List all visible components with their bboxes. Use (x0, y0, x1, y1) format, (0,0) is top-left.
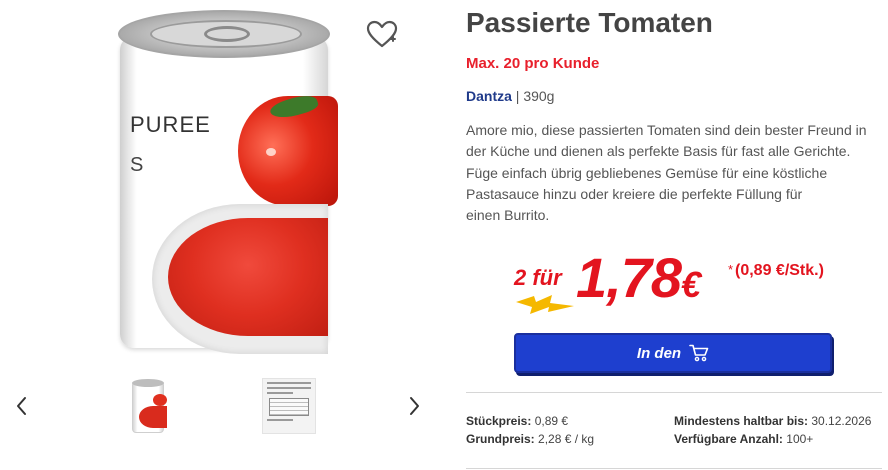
can-lid (118, 10, 330, 58)
product-description: Amore mio, diese passierten Tomaten sind… (466, 120, 882, 226)
base-price-label: Grundpreis: (466, 432, 535, 446)
thumbnail-label[interactable] (262, 378, 316, 434)
base-price-info: Grundpreis: 2,28 € / kg (466, 430, 594, 448)
nutrition-label-image (262, 378, 316, 434)
base-price-value: 2,28 € / kg (538, 432, 595, 446)
puree-illustration (168, 218, 328, 336)
can-body: PUREE S (120, 36, 338, 354)
price-per-unit: (0,89 €/Stk.) (735, 262, 824, 279)
description-line: der Küche und dienen als perfekte Basis … (466, 143, 851, 160)
best-before-label: Mindestens haltbar bis: (674, 414, 809, 428)
product-size: 390g (523, 88, 555, 104)
price-asterisk: * (728, 262, 734, 277)
stock-info: Verfügbare Anzahl: 100+ (674, 430, 813, 448)
description-line: Pastasauce hinzu oder kreiere die perfek… (466, 185, 803, 202)
price-amount: 1,78 (576, 246, 682, 309)
brand-line: Dantza | 390g (466, 88, 554, 104)
shopping-cart-icon (689, 344, 709, 362)
product-title: Passierte Tomaten (466, 7, 713, 38)
divider (466, 392, 882, 393)
multi-buy-label: 2 für (514, 265, 562, 290)
chevron-left-icon (17, 397, 26, 415)
can-pull-ring (204, 26, 250, 42)
stock-value: 100+ (786, 432, 814, 446)
wishlist-button[interactable] (365, 18, 399, 52)
heart-outline-icon (366, 20, 398, 48)
brand-link[interactable]: Dantza (466, 88, 512, 104)
brand-separator: | (515, 88, 520, 104)
chevron-right-icon (410, 397, 419, 415)
purchase-limit: Max. 20 pro Kunde (466, 55, 600, 72)
price-amount-wrapper: 1,78€ (576, 250, 701, 306)
mini-lid (132, 379, 164, 387)
gallery-next-button[interactable] (404, 392, 426, 420)
add-to-cart-label: In den (636, 344, 682, 362)
unit-price-value: 0,89 € (534, 414, 569, 428)
stock-label: Verfügbare Anzahl: (674, 432, 783, 446)
lightning-bolt-icon (516, 295, 574, 314)
description-line: Amore mio, diese passierten Tomaten sind… (466, 122, 867, 138)
divider (466, 468, 882, 469)
description-line: Füge einfach übrig gebliebenes Gemüse fü… (466, 164, 828, 181)
price-currency: € (681, 264, 701, 305)
tomato-highlight (266, 148, 276, 156)
product-main-image: PUREE S (112, 10, 338, 354)
unit-price-label: Stückpreis: (466, 414, 532, 428)
mini-tomato (153, 394, 167, 406)
best-before-info: Mindestens haltbar bis: 30.12.2026 (674, 412, 871, 430)
can-label-letter: S (130, 154, 144, 176)
unit-price-info: Stückpreis: 0,89 € (466, 412, 568, 430)
mini-puree (139, 406, 167, 428)
description-line: einen Burrito. (466, 207, 550, 224)
mini-can (132, 381, 167, 433)
can-label-text: PUREE (130, 112, 211, 137)
add-to-cart-button[interactable]: In den (514, 333, 832, 373)
thumbnail-can[interactable] (130, 378, 167, 434)
best-before-value: 30.12.2026 (811, 414, 872, 428)
gallery-prev-button[interactable] (10, 392, 32, 420)
